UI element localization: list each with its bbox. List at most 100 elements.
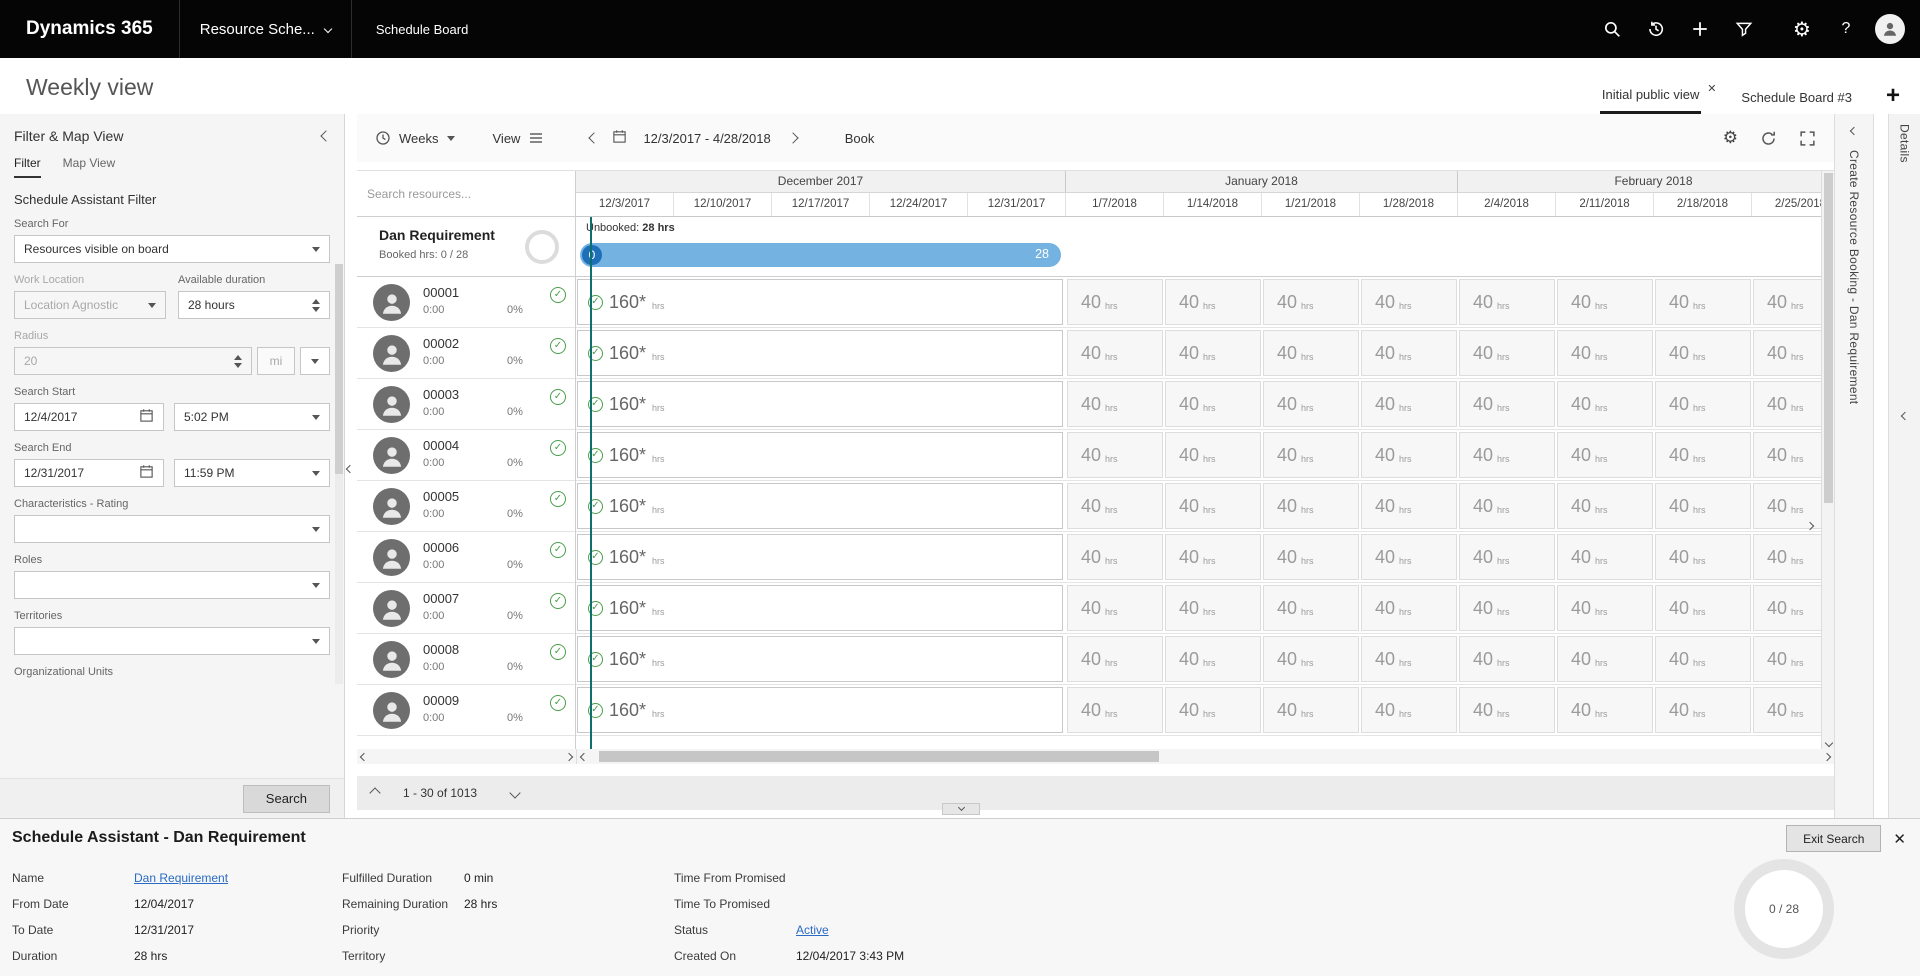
resource-timeline-lane[interactable]: ✓160*hrs40hrs40hrs40hrs40hrs40hrs40hrs40… xyxy=(576,481,1821,532)
search-start-time-select[interactable]: 5:02 PM xyxy=(174,403,330,431)
tab-initial-public-view[interactable]: Initial public view ✕ xyxy=(1600,87,1702,114)
week-availability-cell[interactable]: 40hrs xyxy=(1361,636,1457,682)
week-availability-cell[interactable]: 40hrs xyxy=(1165,687,1261,733)
refresh-icon[interactable] xyxy=(1760,130,1777,147)
add-board-tab-button[interactable]: + xyxy=(1886,84,1900,108)
search-end-date[interactable]: 12/31/2017 xyxy=(14,459,164,487)
week-header[interactable]: 12/10/2017 xyxy=(674,193,772,216)
book-button[interactable]: Book xyxy=(845,131,875,146)
calendar-icon[interactable] xyxy=(139,408,154,426)
week-availability-cell[interactable]: 40hrs xyxy=(1753,432,1821,478)
week-header[interactable]: 2/11/2018 xyxy=(1556,193,1654,216)
week-availability-cell[interactable]: 40hrs xyxy=(1459,381,1555,427)
characteristics-rating-select[interactable] xyxy=(14,515,330,543)
resource-timeline-lane[interactable]: ✓160*hrs40hrs40hrs40hrs40hrs40hrs40hrs40… xyxy=(576,685,1821,736)
month-availability-cell[interactable]: ✓160*hrs xyxy=(577,585,1063,631)
calendar-icon[interactable] xyxy=(139,464,154,482)
week-availability-cell[interactable]: 40hrs xyxy=(1263,330,1359,376)
collapse-filter-panel-button[interactable] xyxy=(322,129,330,143)
add-icon[interactable] xyxy=(1678,0,1722,58)
week-availability-cell[interactable]: 40hrs xyxy=(1263,279,1359,325)
pager-next-button[interactable] xyxy=(511,786,519,800)
resource-timeline-lane[interactable]: ✓160*hrs40hrs40hrs40hrs40hrs40hrs40hrs40… xyxy=(576,379,1821,430)
week-header[interactable]: 1/28/2018 xyxy=(1360,193,1458,216)
filter-panel-scrollbar[interactable] xyxy=(335,264,343,684)
week-header[interactable]: 1/7/2018 xyxy=(1066,193,1164,216)
week-availability-cell[interactable]: 40hrs xyxy=(1263,585,1359,631)
week-availability-cell[interactable]: 40hrs xyxy=(1067,279,1163,325)
week-availability-cell[interactable]: 40hrs xyxy=(1067,534,1163,580)
week-availability-cell[interactable]: 40hrs xyxy=(1459,432,1555,478)
week-availability-cell[interactable]: 40hrs xyxy=(1655,687,1751,733)
week-availability-cell[interactable]: 40hrs xyxy=(1753,381,1821,427)
calendar-icon[interactable] xyxy=(612,129,627,147)
week-availability-cell[interactable]: 40hrs xyxy=(1361,279,1457,325)
resource-row[interactable]: 000020:000%✓ xyxy=(357,328,575,379)
month-availability-cell[interactable]: ✓160*hrs xyxy=(577,687,1063,733)
panel-drag-handle[interactable] xyxy=(942,803,980,815)
month-availability-cell[interactable]: ✓160*hrs xyxy=(577,330,1063,376)
detail-field-value[interactable]: Active xyxy=(796,923,829,937)
brand-dynamics365[interactable]: Dynamics 365 xyxy=(0,18,179,40)
week-availability-cell[interactable]: 40hrs xyxy=(1361,534,1457,580)
previous-range-button[interactable] xyxy=(582,128,606,148)
week-availability-cell[interactable]: 40hrs xyxy=(1165,483,1261,529)
collapse-left-icon[interactable] xyxy=(346,465,354,473)
week-header[interactable]: 12/3/2017 xyxy=(576,193,674,216)
week-header[interactable]: 2/4/2018 xyxy=(1458,193,1556,216)
week-availability-cell[interactable]: 40hrs xyxy=(1459,585,1555,631)
week-availability-cell[interactable]: 40hrs xyxy=(1165,585,1261,631)
expand-panel-icon[interactable] xyxy=(1900,412,1908,420)
scrollbar-thumb[interactable] xyxy=(599,751,1159,762)
search-start-date[interactable]: 12/4/2017 xyxy=(14,403,164,431)
roles-select[interactable] xyxy=(14,571,330,599)
panel-splitter[interactable] xyxy=(345,114,357,818)
week-availability-cell[interactable]: 40hrs xyxy=(1655,279,1751,325)
week-availability-cell[interactable]: 40hrs xyxy=(1263,381,1359,427)
week-availability-cell[interactable]: 40hrs xyxy=(1459,636,1555,682)
resource-row[interactable]: 000040:000%✓ xyxy=(357,430,575,481)
week-availability-cell[interactable]: 40hrs xyxy=(1263,687,1359,733)
settings-gear-icon[interactable]: ⚙ xyxy=(1780,0,1824,58)
month-availability-cell[interactable]: ✓160*hrs xyxy=(577,483,1063,529)
month-availability-cell[interactable]: ✓160*hrs xyxy=(577,636,1063,682)
search-button[interactable]: Search xyxy=(243,785,330,813)
scroll-right-icon[interactable] xyxy=(565,752,573,760)
week-availability-cell[interactable]: 40hrs xyxy=(1361,483,1457,529)
week-availability-cell[interactable]: 40hrs xyxy=(1165,279,1261,325)
date-range-label[interactable]: 12/3/2017 - 4/28/2018 xyxy=(643,131,770,146)
scale-dropdown[interactable]: Weeks xyxy=(375,130,455,146)
close-panel-icon[interactable]: ✕ xyxy=(1893,830,1906,848)
week-availability-cell[interactable]: 40hrs xyxy=(1655,381,1751,427)
resource-row[interactable]: 000050:000%✓ xyxy=(357,481,575,532)
scroll-left-icon[interactable] xyxy=(580,752,588,760)
week-availability-cell[interactable]: 40hrs xyxy=(1557,330,1653,376)
week-availability-cell[interactable]: 40hrs xyxy=(1655,534,1751,580)
week-availability-cell[interactable]: 40hrs xyxy=(1263,636,1359,682)
week-availability-cell[interactable]: 40hrs xyxy=(1655,432,1751,478)
month-availability-cell[interactable]: ✓160*hrs xyxy=(577,432,1063,478)
tab-filter[interactable]: Filter xyxy=(14,156,41,178)
detail-field-value[interactable]: Dan Requirement xyxy=(134,871,228,885)
tab-map-view[interactable]: Map View xyxy=(63,156,115,178)
week-availability-cell[interactable]: 40hrs xyxy=(1165,381,1261,427)
resource-search-input[interactable] xyxy=(357,171,575,216)
week-availability-cell[interactable]: 40hrs xyxy=(1655,636,1751,682)
pager-collapse-button[interactable] xyxy=(371,786,379,800)
week-availability-cell[interactable]: 40hrs xyxy=(1753,534,1821,580)
resource-row[interactable]: 000090:000%✓ xyxy=(357,685,575,736)
week-availability-cell[interactable]: 40hrs xyxy=(1753,279,1821,325)
week-availability-cell[interactable]: 40hrs xyxy=(1361,585,1457,631)
search-icon[interactable] xyxy=(1590,0,1634,58)
help-icon[interactable]: ? xyxy=(1824,0,1868,58)
resource-row[interactable]: 000080:000%✓ xyxy=(357,634,575,685)
resource-row[interactable]: 000030:000%✓ xyxy=(357,379,575,430)
available-duration-stepper[interactable]: 28 hours xyxy=(178,291,330,319)
week-header[interactable]: 2/18/2018 xyxy=(1654,193,1752,216)
scrollbar-thumb[interactable] xyxy=(1824,173,1833,503)
expand-panel-icon[interactable] xyxy=(1850,127,1858,135)
week-availability-cell[interactable]: 40hrs xyxy=(1557,585,1653,631)
app-switcher[interactable]: Resource Sche... xyxy=(180,21,351,38)
week-header[interactable]: 12/24/2017 xyxy=(870,193,968,216)
week-availability-cell[interactable]: 40hrs xyxy=(1557,483,1653,529)
